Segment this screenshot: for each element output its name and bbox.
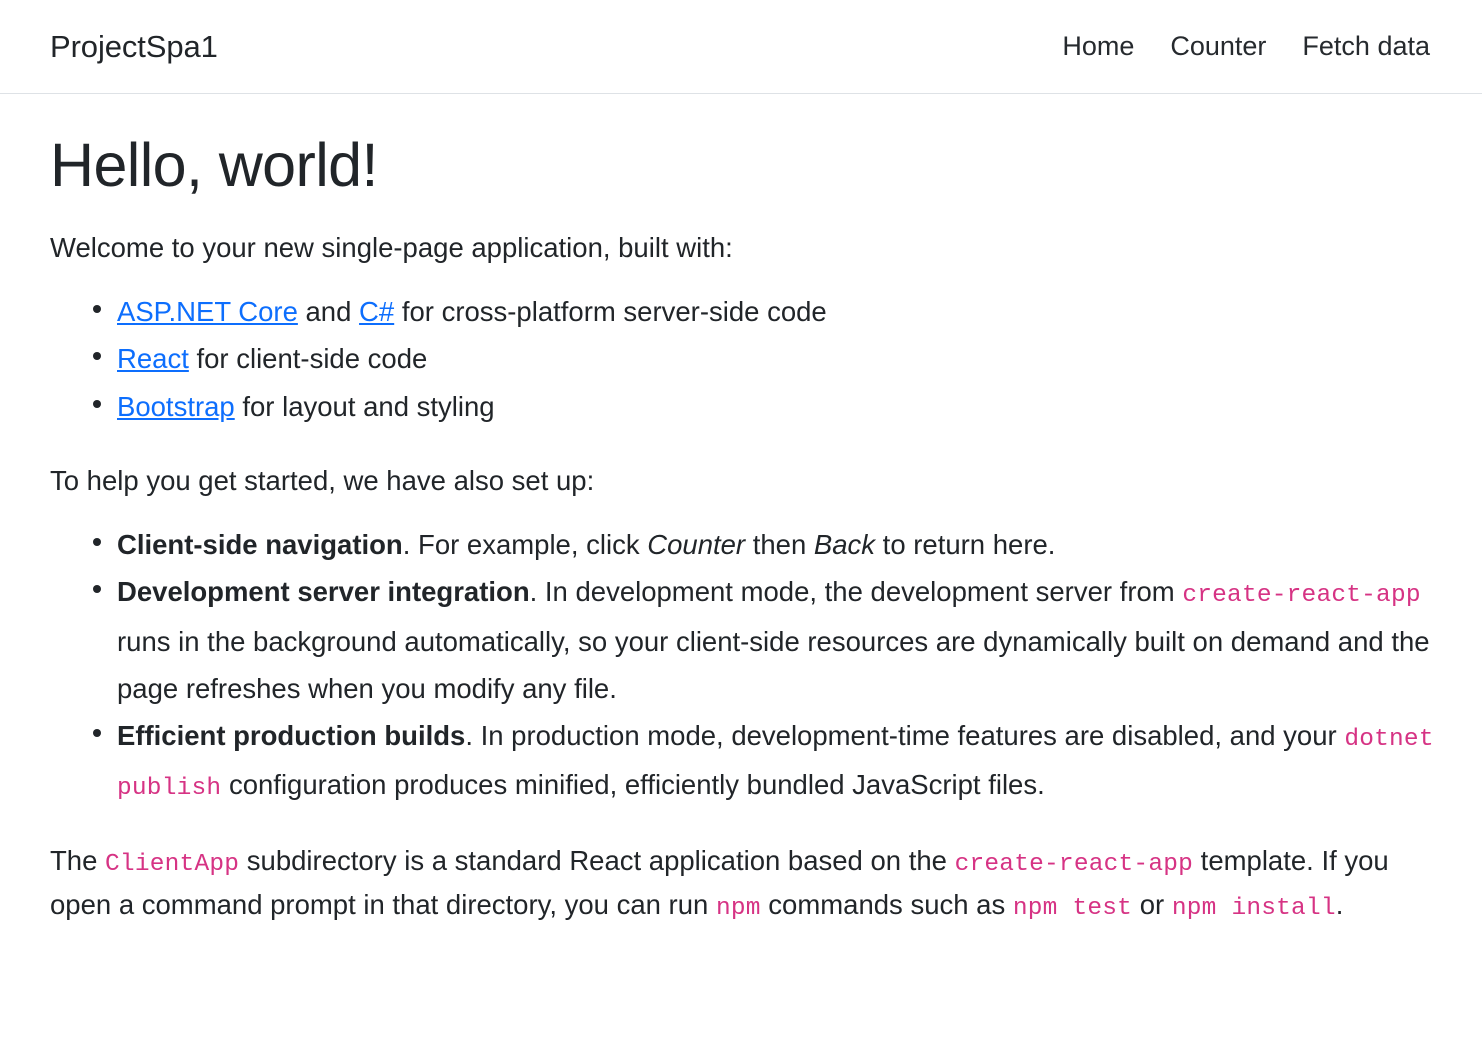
feature-1-part2: runs in the background automatically, so… (117, 625, 1430, 704)
feature-2-part1: . In production mode, development-time f… (465, 720, 1345, 752)
nav-link-home[interactable]: Home (1062, 31, 1134, 61)
feature-0-part3: to return here. (875, 529, 1056, 561)
feature-0-term: Client-side navigation (117, 529, 403, 561)
code-create-react-app-2: create-react-app (954, 851, 1194, 879)
code-npm: npm (715, 895, 761, 923)
tech-item-0-mid: and (297, 296, 360, 328)
link-aspnet-core[interactable]: ASP.NET Core (117, 296, 298, 327)
setup-intro-paragraph: To help you get started, we have also se… (50, 464, 595, 496)
feature-2-part2: configuration produces minified, efficie… (221, 769, 1045, 801)
nav-link-fetch-data[interactable]: Fetch data (1302, 31, 1430, 61)
feature-1-term: Development server integration (117, 576, 530, 608)
features-list: Client-side navigation. For example, cli… (50, 521, 1442, 810)
site-header: ProjectSpa1 Home Counter Fetch data (0, 0, 1482, 94)
code-npm-test: npm test (1012, 895, 1133, 923)
feature-1-part1: . In development mode, the development s… (529, 576, 1183, 608)
link-react[interactable]: React (117, 343, 189, 374)
closing-paragraph: The ClientApp subdirectory is a standard… (50, 840, 1442, 928)
tech-item-1-tail: for client-side code (188, 343, 428, 375)
closing-t1: The (50, 845, 106, 877)
list-item: Efficient production builds. In producti… (93, 712, 1442, 810)
list-item: Bootstrap for layout and styling (93, 383, 1442, 430)
list-item: Development server integration. In devel… (93, 568, 1442, 712)
link-bootstrap[interactable]: Bootstrap (117, 391, 235, 422)
code-npm-install: npm install (1171, 895, 1336, 923)
list-item: Client-side navigation. For example, cli… (93, 521, 1442, 568)
list-item: ASP.NET Core and C# for cross-platform s… (93, 288, 1442, 335)
nav-item-home[interactable]: Home (1062, 33, 1134, 60)
main-content: Hello, world! Welcome to your new single… (0, 130, 1482, 928)
link-csharp[interactable]: C# (359, 296, 394, 327)
list-item: React for client-side code (93, 335, 1442, 382)
intro-paragraph: Welcome to your new single-page applicat… (50, 232, 733, 264)
nav-item-fetch-data[interactable]: Fetch data (1302, 33, 1430, 60)
main-navigation: Home Counter Fetch data (1062, 33, 1430, 60)
feature-0-em2: Back (813, 529, 876, 561)
feature-0-part1: . For example, click (402, 529, 648, 561)
technology-list: ASP.NET Core and C# for cross-platform s… (50, 288, 1442, 430)
nav-item-counter[interactable]: Counter (1170, 33, 1266, 60)
code-clientapp: ClientApp (105, 851, 240, 879)
nav-link-counter[interactable]: Counter (1170, 31, 1266, 61)
tech-item-0-tail: for cross-platform server-side code (394, 296, 827, 328)
code-create-react-app: create-react-app (1182, 582, 1421, 610)
closing-t5: or (1132, 889, 1172, 921)
closing-t4: commands such as (760, 889, 1013, 921)
feature-0-part2: then (745, 529, 814, 561)
closing-t2: subdirectory is a standard React applica… (239, 845, 955, 877)
feature-2-term: Efficient production builds (117, 720, 466, 752)
feature-0-em1: Counter (647, 529, 746, 561)
tech-item-2-tail: for layout and styling (234, 390, 495, 422)
page-title: Hello, world! (50, 131, 378, 199)
navbar-brand[interactable]: ProjectSpa1 (50, 31, 218, 62)
closing-t6: . (1335, 889, 1344, 921)
